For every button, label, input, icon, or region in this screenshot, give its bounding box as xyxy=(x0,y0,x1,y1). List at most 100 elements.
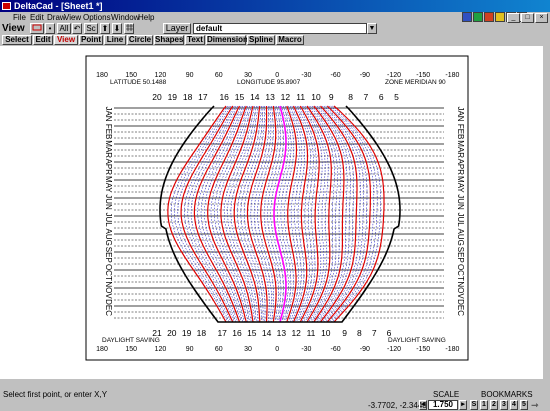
zoom-window-button[interactable] xyxy=(30,23,44,34)
zoom-in-button[interactable]: ⬆ xyxy=(100,23,110,34)
menu-file[interactable]: File xyxy=(13,12,26,23)
top-hour-label: 20 xyxy=(152,92,162,102)
bookmark-1[interactable]: 1 xyxy=(480,400,488,410)
grid-button[interactable] xyxy=(124,23,134,34)
month-label-right: APR xyxy=(456,159,465,176)
command-prompt: Select first point, or enter X,Y xyxy=(3,390,108,399)
bookmark-3[interactable]: 3 xyxy=(500,400,508,410)
layer-button[interactable]: Layer xyxy=(163,23,191,34)
grid-icon xyxy=(125,24,133,31)
menu-draw[interactable]: Draw xyxy=(47,12,66,23)
view-toolbar-label: View xyxy=(2,23,25,34)
minimize-button[interactable]: _ xyxy=(507,13,520,23)
tab-edit[interactable]: Edit xyxy=(33,35,53,45)
bottom-longitude-tick: -30 xyxy=(301,346,311,353)
top-hour-label: 11 xyxy=(296,92,305,102)
scale-input[interactable]: 1.750 xyxy=(428,400,458,410)
bottom-longitude-tick: 90 xyxy=(186,346,194,353)
month-label-right: SEP xyxy=(456,247,465,263)
bottom-longitude-tick: -120 xyxy=(387,346,401,353)
month-label-right: MAY xyxy=(456,176,465,193)
top-hour-label: 7 xyxy=(364,92,369,102)
vertical-scrollbar[interactable] xyxy=(543,46,550,379)
bottom-hour-label: 15 xyxy=(247,328,257,338)
bottom-longitude-tick: -90 xyxy=(360,346,370,353)
top-hour-label: 19 xyxy=(168,92,178,102)
top-longitude-tick: 60 xyxy=(215,72,223,79)
month-label-left: JAN xyxy=(104,106,113,121)
arrow-right-icon[interactable]: ⇾ xyxy=(531,400,539,410)
top-hour-label: 13 xyxy=(265,92,275,102)
zoom-out-button[interactable]: ⬇ xyxy=(112,23,122,34)
top-longitude-tick: -180 xyxy=(445,72,459,79)
bottom-hour-label: 21 xyxy=(152,328,162,338)
tab-point[interactable]: Point xyxy=(79,35,103,45)
word-app-icon[interactable] xyxy=(462,12,472,22)
pan-button[interactable]: ↶ xyxy=(72,23,82,34)
menu-window[interactable]: Window xyxy=(111,12,139,23)
scale-up-button[interactable]: ▸ xyxy=(459,400,467,410)
top-hour-label: 15 xyxy=(235,92,245,102)
menu-options[interactable]: Options xyxy=(83,12,111,23)
top-longitude-tick: 0 xyxy=(275,72,279,79)
bottom-longitude-tick: 180 xyxy=(96,346,108,353)
redraw-button[interactable]: • xyxy=(45,23,55,34)
bottom-longitude-tick: 60 xyxy=(215,346,223,353)
tab-view[interactable]: View xyxy=(54,35,78,45)
layer-select[interactable]: default xyxy=(193,23,367,34)
top-longitude-tick: -60 xyxy=(331,72,341,79)
maximize-button[interactable]: □ xyxy=(521,13,534,23)
tab-shapes[interactable]: Shapes xyxy=(154,35,184,45)
bookmark-5[interactable]: 5 xyxy=(520,400,528,410)
top-hour-label: 18 xyxy=(183,92,193,102)
zoom-scale-button[interactable]: Sc xyxy=(84,23,98,34)
bottom-longitude-tick: -180 xyxy=(445,346,459,353)
tab-text[interactable]: Text xyxy=(185,35,205,45)
bottom-hour-label: 19 xyxy=(182,328,192,338)
tab-select[interactable]: Select xyxy=(2,35,32,45)
close-button[interactable]: × xyxy=(535,13,548,23)
tab-circle[interactable]: Circle xyxy=(127,35,153,45)
bottom-hour-label: 14 xyxy=(262,328,272,338)
month-label-left: JUL xyxy=(104,212,113,227)
top-hour-label: 14 xyxy=(250,92,260,102)
tab-spline[interactable]: Spline xyxy=(247,35,275,45)
month-label-right: DEC xyxy=(456,299,465,316)
month-label-left: JUN xyxy=(104,194,113,210)
toolbar: View • All ↶ Sc ⬆ ⬇ Layer default ▼ xyxy=(0,23,550,34)
zoom-all-button[interactable]: All xyxy=(57,23,71,34)
month-label-left: MAY xyxy=(104,176,113,193)
app-icon xyxy=(2,2,11,10)
top-longitude-tick: -120 xyxy=(387,72,401,79)
top-longitude-tick: 150 xyxy=(125,72,137,79)
bookmark-s[interactable]: S xyxy=(470,400,478,410)
top-longitude-tick: -30 xyxy=(301,72,311,79)
drawing-canvas[interactable]: LATITUDE 50.1488 LONGITUDE 95.8907 ZONE … xyxy=(0,46,543,379)
top-hour-label: 12 xyxy=(281,92,291,102)
bottom-hour-label: 20 xyxy=(167,328,177,338)
chevron-down-icon[interactable]: ▼ xyxy=(367,23,377,34)
month-label-left: AUG xyxy=(104,229,113,246)
cursor-coordinates: -3.7702, -2.3448 xyxy=(368,401,427,410)
top-hour-label: 17 xyxy=(198,92,208,102)
menu-view[interactable]: View xyxy=(64,12,81,23)
bottom-longitude-tick: 0 xyxy=(275,346,279,353)
bottom-hour-label: 10 xyxy=(321,328,331,338)
tab-macro[interactable]: Macro xyxy=(276,35,304,45)
bookmark-4[interactable]: 4 xyxy=(510,400,518,410)
bottom-longitude-tick: 150 xyxy=(125,346,137,353)
scale-down-button[interactable]: ◂ xyxy=(419,400,427,410)
powerpoint-app-icon[interactable] xyxy=(484,12,494,22)
tab-line[interactable]: Line xyxy=(104,35,126,45)
excel-app-icon[interactable] xyxy=(473,12,483,22)
top-longitude-tick: 180 xyxy=(96,72,108,79)
bottom-hour-label: 6 xyxy=(387,328,392,338)
top-longitude-tick: -150 xyxy=(416,72,430,79)
access-app-icon[interactable] xyxy=(495,12,505,22)
menu-help[interactable]: Help xyxy=(138,12,154,23)
bottom-hour-label: 13 xyxy=(277,328,287,338)
bookmark-2[interactable]: 2 xyxy=(490,400,498,410)
status-bar: Select first point, or enter X,Y SCALE B… xyxy=(0,390,550,411)
menu-edit[interactable]: Edit xyxy=(30,12,44,23)
tab-dimension[interactable]: Dimension xyxy=(206,35,248,45)
